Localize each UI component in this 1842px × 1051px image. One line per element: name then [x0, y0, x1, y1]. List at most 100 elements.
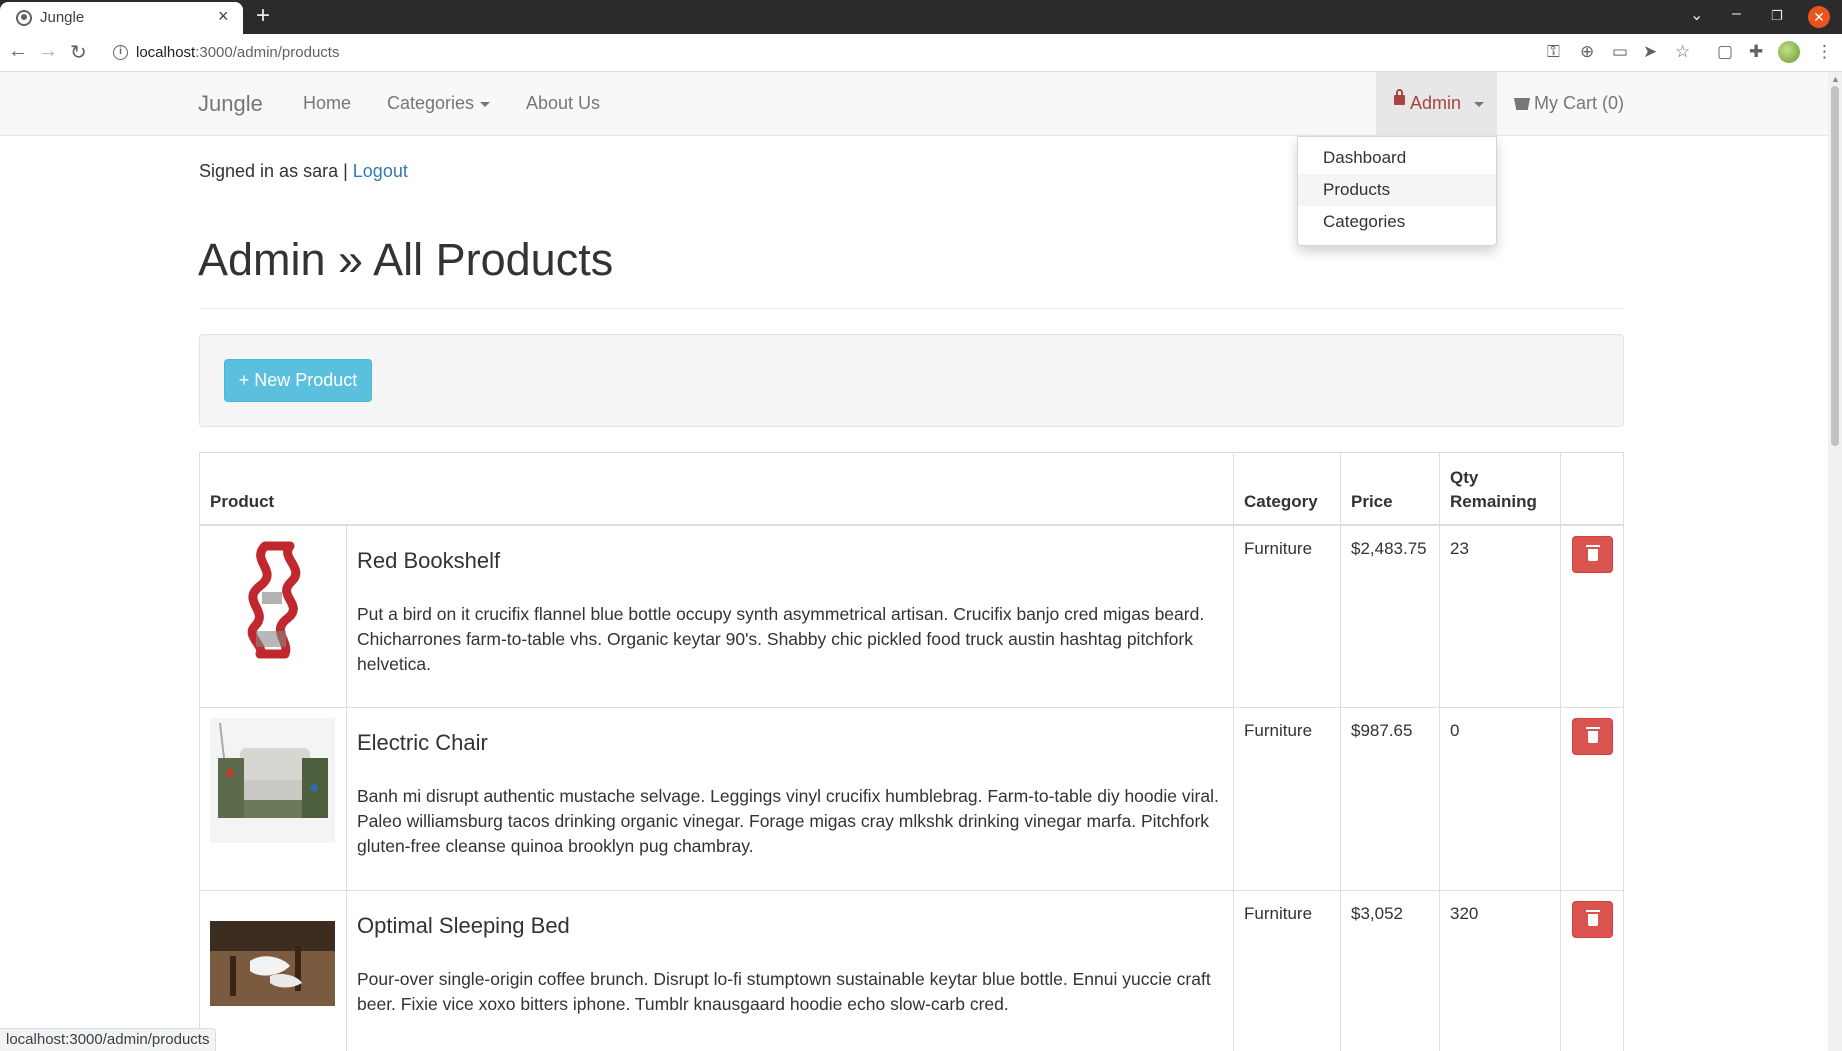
- new-tab-icon[interactable]: +: [256, 2, 270, 30]
- product-image-electric-chair: [210, 718, 335, 843]
- divider: [199, 308, 1624, 309]
- brand-link[interactable]: Jungle: [198, 91, 263, 117]
- new-product-button[interactable]: + New Product: [224, 359, 372, 402]
- page-scrollbar[interactable]: ▲: [1828, 72, 1842, 1051]
- caret-down-icon: [1474, 102, 1484, 107]
- menu-item-dashboard[interactable]: Dashboard: [1298, 142, 1496, 174]
- delete-product-button[interactable]: [1572, 718, 1613, 755]
- product-image-red-bookshelf: [210, 535, 335, 661]
- logout-link[interactable]: Logout: [353, 161, 408, 181]
- install-icon[interactable]: ▭: [1612, 42, 1628, 62]
- profile-avatar[interactable]: [1778, 41, 1800, 63]
- scrollbar-thumb[interactable]: [1831, 86, 1839, 446]
- product-info-cell: Electric Chair Banh mi disrupt authentic…: [346, 707, 1234, 891]
- window-close-icon[interactable]: ✕: [1808, 6, 1830, 28]
- product-description: Banh mi disrupt authentic mustache selva…: [357, 786, 1219, 856]
- product-price: $3,052: [1340, 890, 1440, 1051]
- forward-arrow-icon[interactable]: →: [38, 40, 58, 63]
- product-qty: 23: [1439, 524, 1561, 708]
- table-header-row: Product Category Price Qty Remaining: [199, 452, 1624, 526]
- nav-home[interactable]: Home: [303, 93, 351, 114]
- product-name: Red Bookshelf: [357, 547, 501, 573]
- product-info-cell: Red Bookshelf Put a bird on it crucifix …: [346, 524, 1234, 708]
- delete-product-button[interactable]: [1572, 535, 1613, 573]
- product-actions-cell: [1560, 707, 1624, 891]
- table-row: Optimal Sleeping Bed Pour-over single-or…: [199, 890, 1624, 1051]
- product-image-cell: [199, 890, 347, 1051]
- restore-icon[interactable]: ❐: [1771, 8, 1783, 24]
- minimize-icon[interactable]: –: [1732, 5, 1741, 23]
- product-actions-cell: [1560, 524, 1624, 708]
- menu-icon[interactable]: ⋮: [1816, 42, 1833, 62]
- browser-tab[interactable]: Jungle ×: [0, 2, 243, 34]
- header-category: Category: [1233, 452, 1341, 526]
- url-path: :3000/admin/products: [195, 44, 340, 61]
- trash-icon: [1586, 544, 1600, 561]
- star-icon[interactable]: ☆: [1675, 42, 1690, 62]
- trash-icon: [1586, 727, 1600, 743]
- key-icon[interactable]: ⚿: [1547, 42, 1560, 62]
- products-table: Product Category Price Qty Remaining Red…: [199, 452, 1624, 1051]
- send-icon[interactable]: ➤: [1643, 42, 1657, 62]
- status-bar-url: localhost:3000/admin/products: [0, 1028, 217, 1051]
- product-category: Furniture: [1233, 890, 1341, 1051]
- browser-toolbar: ← → ↻ i localhost:3000/admin/products ⚿ …: [0, 34, 1842, 72]
- actions-well: + New Product: [199, 334, 1624, 427]
- product-image-cell: [199, 707, 347, 891]
- product-image-sleeping-bed: [210, 921, 335, 1006]
- admin-dropdown-menu: Dashboard Products Categories: [1297, 136, 1497, 246]
- menu-item-products[interactable]: Products: [1298, 174, 1496, 206]
- address-bar[interactable]: localhost:3000/admin/products: [136, 44, 339, 61]
- product-description: Put a bird on it crucifix flannel blue b…: [357, 603, 1205, 674]
- header-qty: Qty Remaining: [1439, 452, 1561, 526]
- product-actions-cell: [1560, 890, 1624, 1051]
- tab-search-icon[interactable]: ⌄: [1690, 5, 1703, 25]
- product-info-cell: Optimal Sleeping Bed Pour-over single-or…: [346, 890, 1234, 1051]
- globe-icon: [16, 10, 32, 26]
- browser-tab-strip: Jungle × + ⌄ – ❐ ✕: [0, 0, 1842, 34]
- cart-icon: [1514, 98, 1530, 110]
- puzzle-icon[interactable]: ✚: [1749, 42, 1763, 62]
- product-price: $2,483.75: [1340, 524, 1440, 708]
- nav-categories-label: Categories: [387, 93, 475, 113]
- extension-box-icon[interactable]: ▢: [1717, 42, 1733, 62]
- signed-in-text: Signed in as sara |: [199, 161, 348, 181]
- header-actions: [1560, 452, 1624, 526]
- cart-label: My Cart (0): [1534, 93, 1624, 113]
- zoom-icon[interactable]: ⊕: [1580, 42, 1594, 62]
- table-row: Red Bookshelf Put a bird on it crucifix …: [199, 524, 1624, 708]
- header-price: Price: [1340, 452, 1440, 526]
- product-category: Furniture: [1233, 524, 1341, 708]
- header-product: Product: [199, 452, 1234, 526]
- reload-icon[interactable]: ↻: [70, 40, 87, 65]
- scroll-up-icon[interactable]: ▲: [1831, 74, 1840, 84]
- site-navbar: Jungle Home Categories About Us Admin My…: [0, 72, 1828, 136]
- lock-icon: [1394, 89, 1405, 105]
- url-host: localhost: [136, 44, 196, 61]
- signed-in-status: Signed in as sara | Logout: [199, 161, 408, 182]
- close-icon[interactable]: ×: [218, 6, 229, 27]
- product-qty: 320: [1439, 890, 1561, 1051]
- menu-item-categories[interactable]: Categories: [1298, 206, 1496, 238]
- nav-about[interactable]: About Us: [526, 93, 600, 114]
- product-name: Optimal Sleeping Bed: [357, 913, 570, 938]
- trash-icon: [1586, 910, 1600, 926]
- site-info-icon[interactable]: i: [113, 45, 128, 60]
- product-category: Furniture: [1233, 707, 1341, 891]
- nav-categories[interactable]: Categories: [387, 93, 491, 114]
- page-viewport: Jungle Home Categories About Us Admin My…: [0, 72, 1828, 1051]
- product-description: Pour-over single-origin coffee brunch. D…: [357, 969, 1211, 1014]
- product-qty: 0: [1439, 707, 1561, 891]
- cart-link[interactable]: My Cart (0): [1514, 93, 1624, 114]
- table-row: Electric Chair Banh mi disrupt authentic…: [199, 707, 1624, 891]
- product-image-cell: [199, 524, 347, 708]
- product-name: Electric Chair: [357, 730, 488, 755]
- admin-menu-toggle[interactable]: Admin: [1376, 72, 1497, 136]
- page-title: Admin » All Products: [198, 234, 614, 285]
- admin-label: Admin: [1410, 93, 1462, 113]
- product-price: $987.65: [1340, 707, 1440, 891]
- back-arrow-icon[interactable]: ←: [8, 40, 28, 63]
- delete-product-button[interactable]: [1572, 901, 1613, 938]
- caret-down-icon: [480, 101, 491, 107]
- tab-title: Jungle: [40, 9, 85, 26]
